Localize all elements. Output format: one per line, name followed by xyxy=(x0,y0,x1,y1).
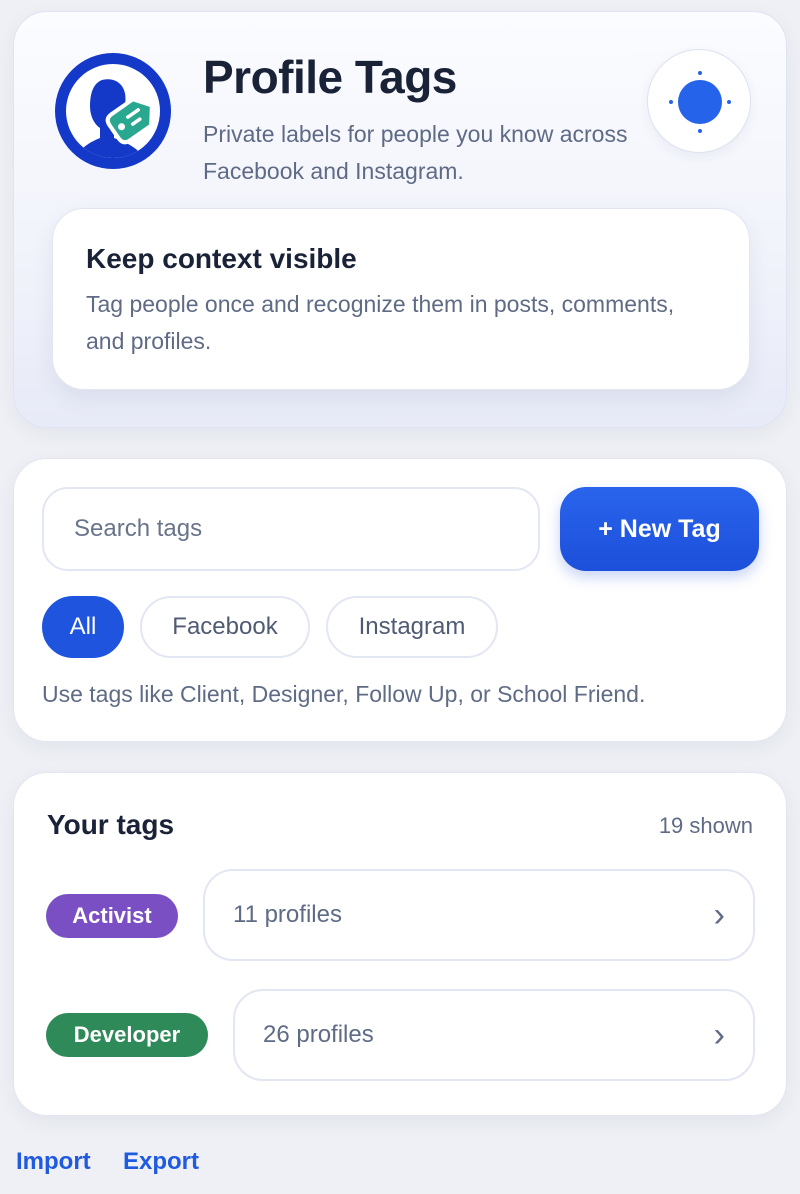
chevron-right-icon: › xyxy=(713,1016,725,1054)
header-card: Profile Tags Private labels for people y… xyxy=(13,11,787,428)
tags-count: 19 shown xyxy=(658,813,753,838)
search-card: + New Tag All Facebook Instagram Use tag… xyxy=(13,458,787,742)
tag-row-activist[interactable]: 11 profiles › xyxy=(203,869,755,961)
search-hint: Use tags like Client, Designer, Follow U… xyxy=(42,681,646,707)
tag-badge-activist[interactable]: Activist xyxy=(46,894,178,938)
page-title: Profile Tags xyxy=(203,51,457,103)
info-box: Keep context visible Tag people once and… xyxy=(52,208,750,390)
new-tag-button[interactable]: + New Tag xyxy=(560,487,759,571)
page-subtitle: Private labels for people you know acros… xyxy=(203,121,628,184)
search-input[interactable] xyxy=(42,487,540,571)
tags-card: Your tags 19 shown Activist 11 profiles … xyxy=(13,772,787,1116)
info-text: Tag people once and recognize them in po… xyxy=(86,291,675,354)
tag-profile-count: 11 profiles xyxy=(233,901,342,928)
import-link[interactable]: Import xyxy=(16,1148,91,1176)
sun-icon xyxy=(669,71,731,133)
person-tag-icon xyxy=(55,53,171,169)
filter-all[interactable]: All xyxy=(42,596,124,658)
tag-profile-count: 26 profiles xyxy=(263,1021,374,1048)
tags-title: Your tags xyxy=(47,809,175,840)
filter-facebook[interactable]: Facebook xyxy=(140,596,310,658)
tag-row-developer[interactable]: 26 profiles › xyxy=(233,989,755,1081)
filter-instagram[interactable]: Instagram xyxy=(326,596,498,658)
tag-badge-developer[interactable]: Developer xyxy=(46,1013,208,1057)
info-title: Keep context visible xyxy=(86,243,357,274)
chevron-right-icon: › xyxy=(713,896,725,934)
export-link[interactable]: Export xyxy=(123,1148,199,1176)
theme-toggle-button[interactable] xyxy=(647,49,751,153)
